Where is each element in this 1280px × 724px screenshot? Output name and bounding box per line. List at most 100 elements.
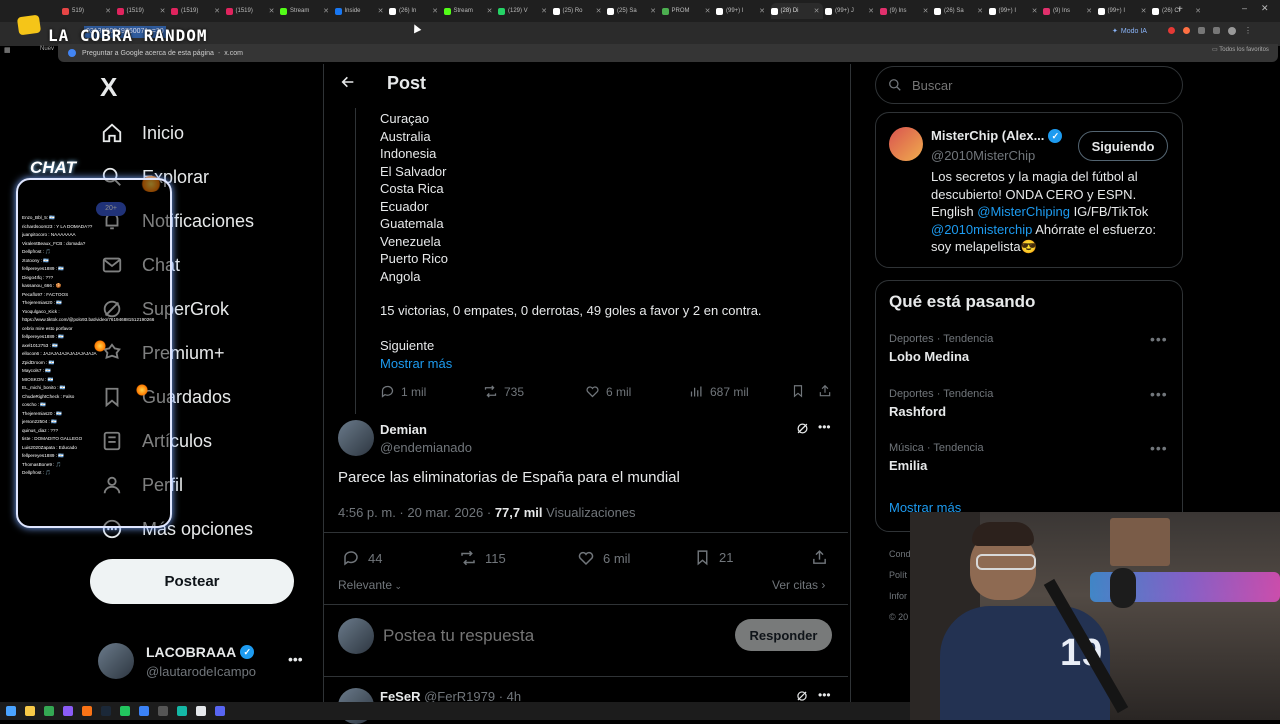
tweet-more-icon[interactable]: ••• [818,420,831,434]
search-input[interactable] [910,76,1164,94]
share-button[interactable] [811,549,828,566]
tab-close-icon[interactable]: ✕ [1141,7,1147,15]
reply-more-icon[interactable]: ••• [818,688,831,702]
tab-close-icon[interactable]: ✕ [323,7,329,15]
sidebar-item-home[interactable]: Inicio [100,121,184,145]
share-button[interactable] [818,384,832,398]
menu-kebab-icon[interactable]: ⋮ [1244,27,1252,35]
browser-tab[interactable]: (99+) I ✕ [716,3,768,19]
browser-tab[interactable]: (1519) ✕ [171,3,223,19]
tab-close-icon[interactable]: ✕ [269,7,275,15]
browser-tab[interactable]: (129) V ✕ [498,3,550,19]
discord-icon[interactable] [215,706,225,716]
chrome-icon[interactable] [44,706,54,716]
browser-tab[interactable]: (1519) ✕ [116,3,169,19]
tab-close-icon[interactable]: ✕ [378,7,384,15]
x-logo-icon[interactable]: X [100,72,117,103]
ai-mode-button[interactable]: ✦ Modo IA [1112,27,1147,36]
trend-name[interactable]: Emilia [889,458,927,473]
app-green-icon[interactable] [120,706,130,716]
browser-tab[interactable]: (26) In ✕ [389,3,441,19]
browser-tab[interactable]: (9) Ins ✕ [1043,3,1095,19]
extension-red-icon[interactable] [1168,27,1175,34]
repost-button[interactable]: 735 [483,384,524,399]
tweet-author-handle[interactable]: @endemianado [380,440,472,455]
grok-action-icon[interactable] [795,421,810,441]
search-bar[interactable] [875,66,1183,104]
bookmark-button[interactable] [791,384,805,398]
close-window-icon[interactable]: ✕ [1261,3,1269,14]
obs-icon[interactable] [158,706,168,716]
tab-close-icon[interactable]: ✕ [923,7,929,15]
profile-name-row[interactable]: MisterChip (Alex... ✓ [931,128,1063,143]
extension-grey2-icon[interactable] [1213,27,1220,34]
footer-link[interactable]: Polít [889,570,907,580]
tab-close-icon[interactable]: ✕ [759,7,765,15]
tweet-author-name[interactable]: Demian [380,422,427,437]
tab-close-icon[interactable]: ✕ [487,7,493,15]
tweet-timestamp[interactable]: 4:56 p. m. · 20 mar. 2026 · [338,505,491,520]
reply-button[interactable]: 44 [342,549,382,567]
trend-more-icon[interactable]: ••• [1150,331,1168,347]
browser-tab[interactable]: (25) Sa ✕ [607,3,659,19]
back-arrow-icon[interactable] [340,74,356,95]
browser-tab[interactable]: (1519) ✕ [225,3,278,19]
extension-grey-icon[interactable] [1198,27,1205,34]
tab-close-icon[interactable]: ✕ [596,7,602,15]
windows-start-icon[interactable] [6,706,16,716]
extension-orange-icon[interactable] [1183,27,1190,34]
browser-tab[interactable]: (99+) J ✕ [825,3,877,19]
all-bookmarks[interactable]: ▭ Todos los favoritos [1212,46,1269,53]
tab-close-icon[interactable]: ✕ [1195,7,1201,15]
sort-dropdown[interactable]: Relevante ⌄ [338,578,402,592]
like-button[interactable]: 6 mil [585,384,631,399]
browser-tab[interactable]: (9) Ins ✕ [879,3,932,19]
new-tab-button[interactable]: + [1177,4,1183,15]
browser-tab[interactable]: PROM ✕ [661,3,714,19]
bookmark-item[interactable]: Nuev [40,46,54,52]
trend-name[interactable]: Rashford [889,404,946,419]
repost-button[interactable]: 115 [459,549,506,567]
minimize-icon[interactable]: – [1242,3,1247,14]
browser-tab[interactable]: Stream ✕ [443,3,496,19]
tab-close-icon[interactable]: ✕ [214,7,220,15]
reply-submit-button[interactable]: Responder [735,619,832,651]
tab-close-icon[interactable]: ✕ [541,7,547,15]
browser-tab[interactable]: Inside ✕ [334,3,387,19]
trend-more-icon[interactable]: ••• [1150,440,1168,456]
post-button[interactable]: Postear [90,559,294,604]
trend-name[interactable]: Lobo Medina [889,349,969,364]
app-purple-icon[interactable] [63,706,73,716]
view-quotes-link[interactable]: Ver citas › [772,578,825,592]
tab-close-icon[interactable]: ✕ [432,7,438,15]
bio-link[interactable]: @MisterChiping [977,204,1070,219]
profile-handle[interactable]: @2010MisterChip [931,148,1035,163]
account-more-icon[interactable]: ••• [288,651,303,667]
tab-close-icon[interactable]: ✕ [977,7,983,15]
avatar[interactable] [889,127,923,161]
tab-close-icon[interactable]: ✕ [705,7,711,15]
file-explorer-icon[interactable] [25,706,35,716]
app-blue-icon[interactable] [139,706,149,716]
reply-button[interactable]: 1 mil [380,384,426,399]
reply-input[interactable] [381,622,725,650]
views-button[interactable]: 687 mil [689,384,749,399]
bookmark-button[interactable]: 21 [694,549,733,566]
tab-close-icon[interactable]: ✕ [1032,7,1038,15]
footer-link[interactable]: Infor [889,591,907,601]
browser-tab[interactable]: (25) Ro ✕ [552,3,605,19]
show-more-link[interactable]: Mostrar más [380,356,452,371]
browser-tab[interactable]: (28) Di ✕ [770,3,823,19]
apps-grid-icon[interactable]: ▦ [4,46,11,54]
footer-link[interactable]: © 20 [889,612,908,622]
app-orange-icon[interactable] [82,706,92,716]
avatar[interactable] [338,420,374,456]
tab-close-icon[interactable]: ✕ [105,7,111,15]
browser-tab[interactable]: (99+) I ✕ [1097,3,1150,19]
tab-close-icon[interactable]: ✕ [814,7,820,15]
tab-close-icon[interactable]: ✕ [160,7,166,15]
app-teal-icon[interactable] [177,706,187,716]
browser-tab[interactable]: (26) Sa ✕ [934,3,986,19]
trend-more-icon[interactable]: ••• [1150,386,1168,402]
footer-link[interactable]: Cond [889,549,911,559]
